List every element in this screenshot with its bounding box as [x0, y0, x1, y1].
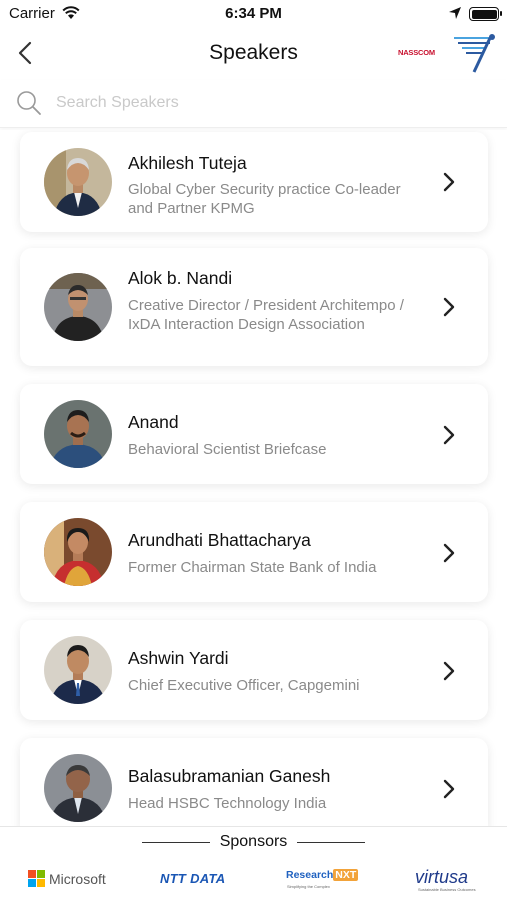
- search-icon: [15, 89, 43, 122]
- speaker-avatar: [44, 273, 112, 341]
- sponsor-ntt-data[interactable]: NTT DATA: [160, 871, 225, 886]
- sponsors-footer: Sponsors Microsoft NTT DATA Research NXT …: [0, 826, 507, 900]
- speaker-card[interactable]: Ashwin Yardi Chief Executive Officer, Ca…: [20, 620, 488, 720]
- speaker-name: Alok b. Nandi: [128, 268, 233, 288]
- clock-time: 6:34 PM: [225, 5, 282, 22]
- speaker-name: Akhilesh Tuteja: [128, 153, 247, 173]
- nasscom-logo-text: NASSCOM: [398, 48, 435, 57]
- nav-bar: Speakers NASSCOM: [0, 30, 507, 80]
- speaker-card[interactable]: Alok b. Nandi Creative Director / Presid…: [20, 248, 488, 366]
- speaker-name: Ashwin Yardi: [128, 648, 229, 668]
- sponsor-research-nxt[interactable]: Research NXT: [286, 869, 359, 881]
- chevron-right-icon: [443, 779, 455, 799]
- speaker-avatar: [44, 400, 112, 468]
- sponsor-virtusa[interactable]: virtusa: [415, 867, 468, 888]
- speaker-avatar: [44, 754, 112, 822]
- chevron-right-icon: [443, 425, 455, 445]
- speaker-card[interactable]: Balasubramanian Ganesh Head HSBC Technol…: [20, 738, 488, 826]
- battery-icon: [469, 7, 502, 21]
- divider: [297, 842, 365, 843]
- speaker-title: Creative Director / President Architempo…: [128, 297, 404, 333]
- location-arrow-icon: [448, 6, 462, 25]
- search-input[interactable]: [56, 91, 476, 115]
- speaker-card[interactable]: Arundhati Bhattacharya Former Chairman S…: [20, 502, 488, 602]
- sponsor-research-tagline: Simplifying the Complex: [287, 884, 330, 889]
- speaker-avatar: [44, 518, 112, 586]
- speaker-title: Behavioral Scientist Briefcase: [128, 441, 327, 458]
- speaker-title: Head HSBC Technology India: [128, 795, 327, 812]
- speaker-name: Anand: [128, 412, 179, 432]
- sponsor-virtusa-tagline: Sustainable Business Outcomes: [418, 887, 476, 892]
- event-logo-icon: [450, 32, 500, 81]
- chevron-right-icon: [443, 543, 455, 563]
- chevron-right-icon: [443, 297, 455, 317]
- sponsor-research-badge: NXT: [333, 869, 359, 881]
- speaker-title: Chief Executive Officer, Capgemini: [128, 677, 360, 694]
- status-bar: Carrier 6:34 PM: [0, 0, 507, 30]
- chevron-right-icon: [443, 172, 455, 192]
- speaker-title: Former Chairman State Bank of India: [128, 559, 377, 576]
- speaker-avatar: [44, 636, 112, 704]
- sponsors-title: Sponsors: [219, 833, 288, 850]
- speaker-avatar: [44, 148, 112, 216]
- sponsor-microsoft[interactable]: Microsoft: [49, 871, 106, 887]
- search-bar: [0, 80, 507, 128]
- chevron-right-icon: [443, 661, 455, 681]
- speaker-list: Akhilesh Tuteja Global Cyber Security pr…: [0, 130, 507, 826]
- speaker-card[interactable]: Akhilesh Tuteja Global Cyber Security pr…: [20, 132, 488, 232]
- speaker-name: Balasubramanian Ganesh: [128, 766, 331, 786]
- speaker-title: Global Cyber Security practice Co-leader…: [128, 181, 401, 217]
- microsoft-logo-icon: [28, 870, 45, 887]
- speaker-name: Arundhati Bhattacharya: [128, 530, 311, 550]
- sponsor-research-name: Research: [286, 869, 334, 881]
- speaker-card[interactable]: Anand Behavioral Scientist Briefcase: [20, 384, 488, 484]
